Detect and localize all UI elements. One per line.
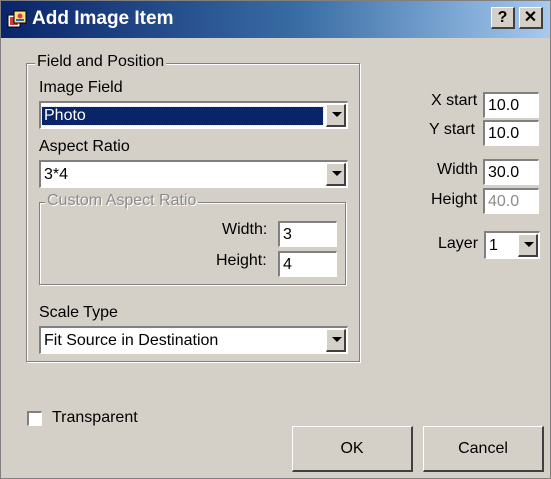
- cancel-button-label: Cancel: [458, 440, 508, 457]
- help-icon: ?: [497, 9, 508, 26]
- app-icon: [7, 10, 27, 28]
- y-start-value: 10.0: [488, 124, 520, 142]
- custom-width-value: 3: [283, 225, 292, 243]
- x-start-field[interactable]: 10.0: [483, 92, 539, 118]
- width-field[interactable]: 30.0: [483, 159, 539, 185]
- add-image-item-dialog: Add Image Item ? ✕ Field and Position Im…: [0, 0, 551, 479]
- scale-type-value: Fit Source in Destination: [44, 331, 219, 349]
- height-value: 40.0: [488, 192, 520, 210]
- layer-value: 1: [489, 236, 498, 254]
- custom-width-field[interactable]: 3: [278, 221, 337, 247]
- window-title: Add Image Item: [32, 8, 174, 29]
- ok-button-label: OK: [340, 440, 364, 457]
- layer-label: Layer: [438, 235, 479, 252]
- x-start-value: 10.0: [488, 96, 520, 114]
- transparent-label[interactable]: Transparent: [52, 408, 138, 427]
- transparent-checkbox[interactable]: [27, 411, 42, 426]
- image-field-select[interactable]: Photo: [39, 101, 348, 129]
- y-start-label: Y start: [429, 121, 475, 138]
- aspect-ratio-value: 3*4: [44, 165, 69, 183]
- height-field[interactable]: 40.0: [483, 188, 539, 214]
- title-bar[interactable]: Add Image Item ? ✕: [1, 1, 550, 38]
- chevron-down-icon[interactable]: [518, 234, 538, 257]
- scale-type-label: Scale Type: [39, 304, 118, 321]
- cancel-button[interactable]: Cancel: [423, 426, 544, 472]
- aspect-ratio-select[interactable]: 3*4: [39, 160, 348, 188]
- y-start-field[interactable]: 10.0: [483, 120, 539, 146]
- chevron-down-icon[interactable]: [326, 329, 346, 352]
- layer-select[interactable]: 1: [484, 231, 540, 259]
- custom-height-field[interactable]: 4: [278, 251, 337, 277]
- close-button[interactable]: ✕: [519, 7, 543, 29]
- width-label: Width: [437, 161, 478, 178]
- scale-type-select[interactable]: Fit Source in Destination: [39, 326, 348, 354]
- height-label: Height: [431, 191, 478, 208]
- help-button[interactable]: ?: [491, 7, 515, 29]
- x-start-label: X start: [431, 92, 478, 109]
- close-icon: ✕: [523, 9, 538, 26]
- custom-width-label: Width:: [222, 221, 268, 238]
- chevron-down-icon[interactable]: [326, 104, 346, 127]
- width-value: 30.0: [488, 163, 520, 181]
- aspect-ratio-label: Aspect Ratio: [39, 138, 130, 155]
- image-field-value: Photo: [41, 105, 324, 126]
- ok-button[interactable]: OK: [292, 426, 413, 472]
- custom-height-label: Height:: [216, 252, 267, 269]
- image-field-label: Image Field: [39, 79, 123, 96]
- field-position-legend: Field and Position: [35, 53, 167, 71]
- custom-aspect-ratio-legend: Custom Aspect Ratio: [45, 192, 199, 210]
- custom-height-value: 4: [283, 255, 292, 273]
- chevron-down-icon[interactable]: [326, 163, 346, 186]
